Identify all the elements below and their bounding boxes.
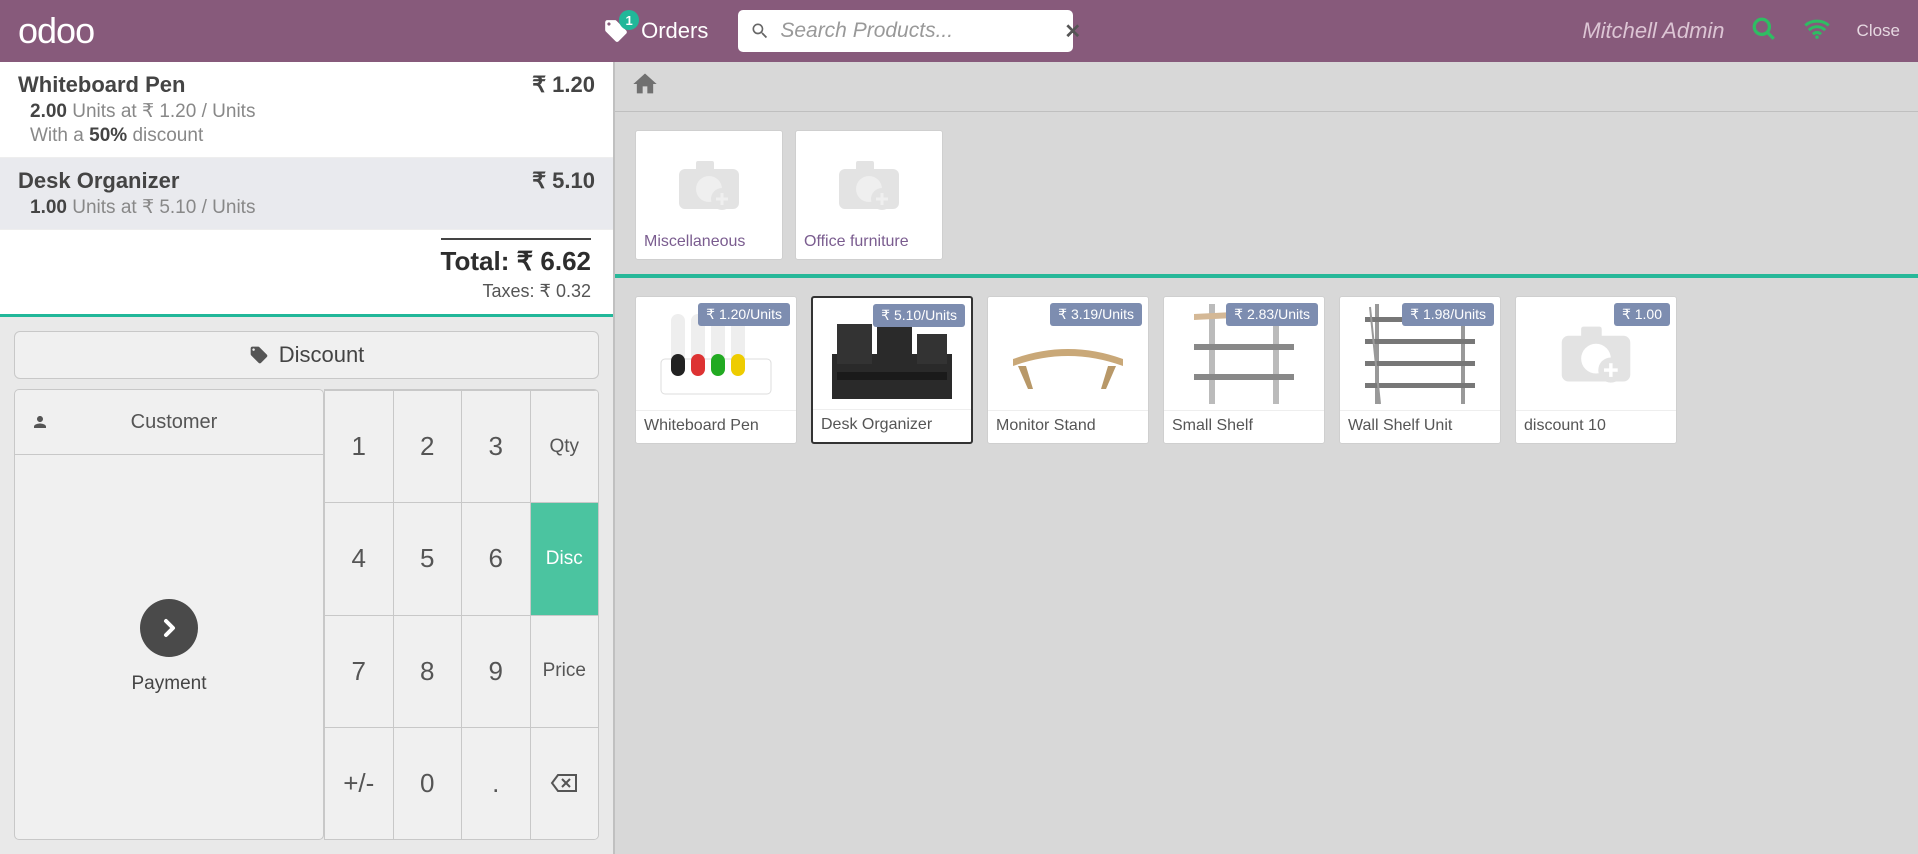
- product-card[interactable]: ₹ 1.00discount 10: [1515, 296, 1677, 444]
- placeholder-icon: [644, 139, 774, 229]
- customer-label: Customer: [65, 411, 323, 434]
- barcode-search-icon[interactable]: [1751, 16, 1777, 47]
- product-name: Monitor Stand: [988, 410, 1148, 443]
- numpad-4[interactable]: 4: [324, 502, 393, 614]
- price-tag: ₹ 5.10/Units: [873, 304, 965, 327]
- chevron-right-icon: [140, 599, 198, 657]
- discount-label: Discount: [279, 342, 365, 368]
- line-unit-price: ₹ 5.10 / Units: [142, 197, 255, 218]
- product-name: discount 10: [1516, 410, 1676, 443]
- orders-badge: 1: [619, 10, 639, 30]
- product-card[interactable]: ₹ 2.83/Units Small Shelf: [1163, 296, 1325, 444]
- numpad-3[interactable]: 3: [461, 390, 530, 502]
- numpad-1[interactable]: 1: [324, 390, 393, 502]
- placeholder-icon: [804, 139, 934, 229]
- numpad-qty[interactable]: Qty: [530, 390, 599, 502]
- search-icon: [750, 21, 770, 41]
- user-name[interactable]: Mitchell Admin: [1582, 18, 1724, 44]
- numpad-8[interactable]: 8: [393, 615, 462, 727]
- products-area: ₹ 1.20/Units Whiteboard Pen ₹ 5.10/Units De…: [615, 278, 1918, 462]
- line-product-name: Desk Organizer: [18, 168, 179, 194]
- order-lines: Whiteboard Pen ₹ 1.20 2.00 Units at ₹ 1.…: [0, 62, 613, 230]
- price-tag: ₹ 1.98/Units: [1402, 303, 1494, 326]
- order-panel: Whiteboard Pen ₹ 1.20 2.00 Units at ₹ 1.…: [0, 62, 615, 854]
- line-price: ₹ 1.20: [532, 72, 595, 98]
- numpad-2[interactable]: 2: [393, 390, 462, 502]
- product-name: Small Shelf: [1164, 410, 1324, 443]
- line-unit-label: Units at: [72, 101, 136, 122]
- numpad-dot[interactable]: .: [461, 727, 530, 839]
- numpad: 1 2 3 Qty 4 5 6 Disc 7 8 9 Price +/- 0 .: [324, 389, 599, 840]
- line-qty: 2.00: [30, 101, 67, 122]
- payment-button[interactable]: Payment: [14, 455, 324, 840]
- line-unit-price: ₹ 1.20 / Units: [142, 101, 255, 122]
- search-box[interactable]: ✕: [738, 10, 1073, 52]
- product-name: Wall Shelf Unit: [1340, 410, 1500, 443]
- line-product-name: Whiteboard Pen: [18, 72, 185, 98]
- categories-row: Miscellaneous Office furniture: [615, 112, 1918, 274]
- discount-button[interactable]: Discount: [14, 331, 599, 379]
- category-label: Miscellaneous: [644, 233, 774, 251]
- wifi-icon: [1803, 18, 1831, 45]
- product-card[interactable]: ₹ 3.19/Units Monitor Stand: [987, 296, 1149, 444]
- close-button[interactable]: Close: [1857, 21, 1900, 41]
- price-tag: ₹ 3.19/Units: [1050, 303, 1142, 326]
- logo: odoo: [18, 10, 94, 52]
- taxes-amount: ₹ 0.32: [540, 281, 592, 301]
- discount-pct: 50%: [89, 125, 127, 146]
- numpad-0[interactable]: 0: [393, 727, 462, 839]
- home-icon[interactable]: [631, 70, 659, 103]
- tag-icon: [249, 345, 269, 365]
- totals: Total: ₹ 6.62 Taxes: ₹ 0.32: [0, 230, 613, 314]
- product-name: Desk Organizer: [813, 409, 971, 442]
- total-amount: ₹ 6.62: [517, 246, 591, 276]
- user-icon: [15, 413, 65, 431]
- top-header: odoo 1 Orders ✕ Mitchell Admin Close: [0, 0, 1918, 62]
- numpad-7[interactable]: 7: [324, 615, 393, 727]
- numpad-plusminus[interactable]: +/-: [324, 727, 393, 839]
- line-unit-label: Units at: [72, 197, 136, 218]
- numpad-backspace[interactable]: [530, 727, 599, 839]
- payment-label: Payment: [132, 673, 207, 695]
- line-qty: 1.00: [30, 197, 67, 218]
- search-input[interactable]: [780, 19, 1054, 43]
- orders-button[interactable]: 1 Orders: [603, 18, 708, 44]
- line-price: ₹ 5.10: [532, 168, 595, 194]
- category-card[interactable]: Office furniture: [795, 130, 943, 260]
- numpad-price[interactable]: Price: [530, 615, 599, 727]
- category-label: Office furniture: [804, 233, 934, 251]
- backspace-icon: [550, 772, 578, 794]
- breadcrumb-bar: [615, 62, 1918, 112]
- discount-suffix: discount: [132, 125, 203, 146]
- discount-prefix: With a: [30, 125, 84, 146]
- price-tag: ₹ 2.83/Units: [1226, 303, 1318, 326]
- order-line[interactable]: Whiteboard Pen ₹ 1.20 2.00 Units at ₹ 1.…: [0, 62, 613, 158]
- taxes-label: Taxes:: [482, 281, 534, 301]
- customer-button[interactable]: Customer: [14, 389, 324, 455]
- numpad-5[interactable]: 5: [393, 502, 462, 614]
- numpad-6[interactable]: 6: [461, 502, 530, 614]
- numpad-9[interactable]: 9: [461, 615, 530, 727]
- orders-label: Orders: [641, 18, 708, 44]
- total-label: Total:: [441, 246, 510, 276]
- product-name: Whiteboard Pen: [636, 410, 796, 443]
- order-line[interactable]: Desk Organizer ₹ 5.10 1.00 Units at ₹ 5.…: [0, 158, 613, 230]
- product-panel: Miscellaneous Office furniture ₹ 1.20/Un…: [615, 62, 1918, 854]
- price-tag: ₹ 1.20/Units: [698, 303, 790, 326]
- numpad-disc[interactable]: Disc: [530, 502, 599, 614]
- product-card[interactable]: ₹ 1.20/Units Whiteboard Pen: [635, 296, 797, 444]
- category-card[interactable]: Miscellaneous: [635, 130, 783, 260]
- product-card[interactable]: ₹ 1.98/Units Wall Shelf Unit: [1339, 296, 1501, 444]
- clear-icon[interactable]: ✕: [1064, 19, 1081, 44]
- product-card[interactable]: ₹ 5.10/Units Desk Organizer: [811, 296, 973, 444]
